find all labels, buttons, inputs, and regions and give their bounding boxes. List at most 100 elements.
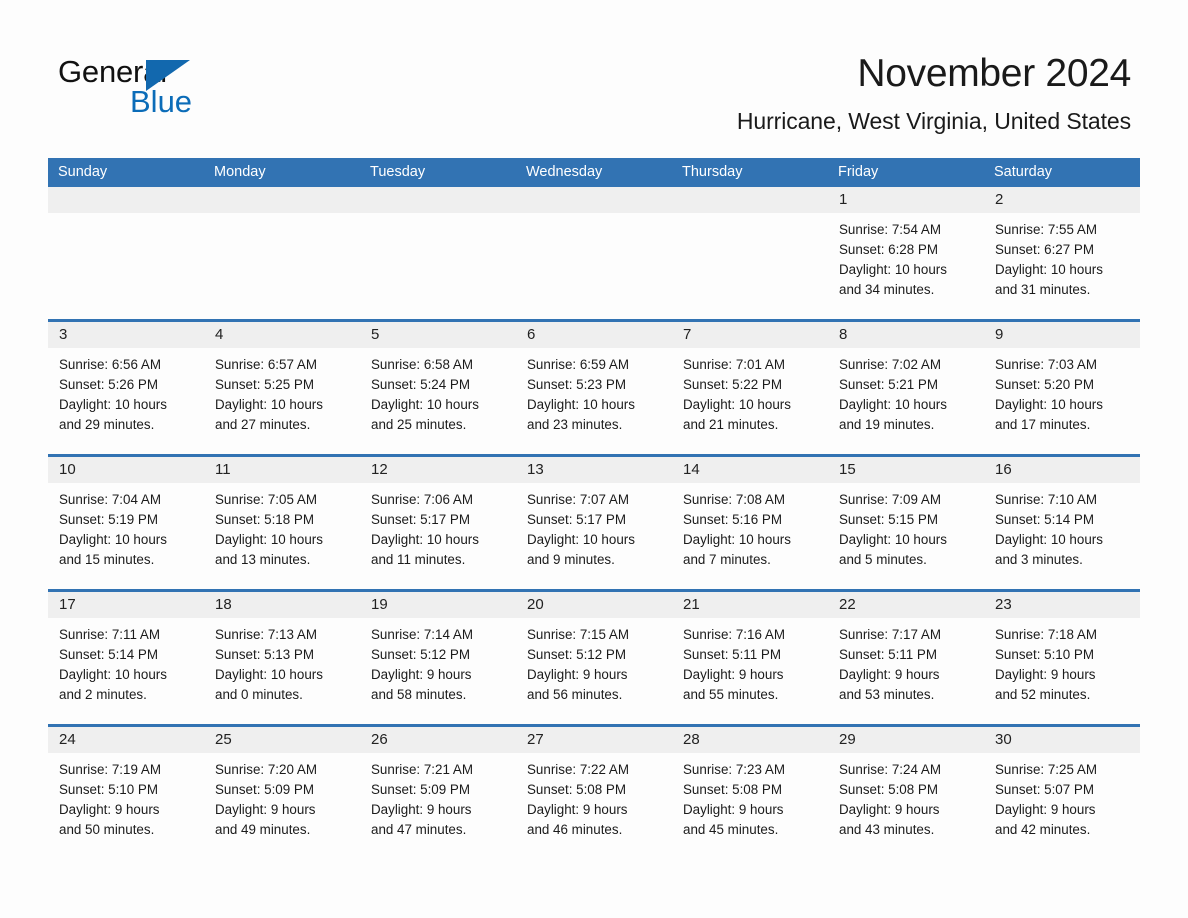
weekday-header-row: Sunday Monday Tuesday Wednesday Thursday… [48, 158, 1140, 187]
sunrise-text: Sunrise: 7:19 AM [59, 762, 161, 777]
day-cell[interactable]: 28 Sunrise: 7:23 AM Sunset: 5:08 PM Dayligh… [672, 727, 828, 859]
brand-logo[interactable]: General Blue [58, 55, 258, 125]
day-number-band: 11 [204, 457, 360, 483]
day-cell[interactable]: 27 Sunrise: 7:22 AM Sunset: 5:08 PM Dayligh… [516, 727, 672, 859]
daylight-text-line1: Daylight: 10 hours [215, 667, 323, 682]
day-number: 21 [683, 596, 700, 613]
day-number: 11 [215, 461, 231, 478]
week-row: 17 Sunrise: 7:11 AM Sunset: 5:14 PM Dayligh… [48, 589, 1140, 724]
day-cell[interactable]: 4 Sunrise: 6:57 AM Sunset: 5:25 PM Daylight… [204, 322, 360, 454]
sunrise-text: Sunrise: 7:16 AM [683, 627, 785, 642]
sunrise-text: Sunrise: 7:18 AM [995, 627, 1097, 642]
day-number: 13 [527, 461, 544, 478]
location-subtitle: Hurricane, West Virginia, United States [736, 108, 1131, 134]
page-header: General Blue November 2024 Hurricane, We… [0, 0, 1188, 134]
day-cell[interactable]: 26 Sunrise: 7:21 AM Sunset: 5:09 PM Dayligh… [360, 727, 516, 859]
day-cell[interactable]: 10 Sunrise: 7:04 AM Sunset: 5:19 PM Dayligh… [48, 457, 204, 589]
day-cell[interactable]: 5 Sunrise: 6:58 AM Sunset: 5:24 PM Daylight… [360, 322, 516, 454]
day-info: Sunrise: 7:54 AM Sunset: 6:28 PM Daylight:… [828, 213, 984, 300]
page-title: November 2024 [857, 52, 1131, 95]
daylight-text-line1: Daylight: 9 hours [371, 667, 472, 682]
day-number: 8 [839, 326, 848, 343]
day-cell[interactable]: 17 Sunrise: 7:11 AM Sunset: 5:14 PM Dayligh… [48, 592, 204, 724]
day-cell[interactable]: 16 Sunrise: 7:10 AM Sunset: 5:14 PM Dayligh… [984, 457, 1140, 589]
daylight-text-line1: Daylight: 10 hours [683, 397, 791, 412]
sunset-text: Sunset: 5:16 PM [683, 512, 782, 527]
day-number-band: 3 [48, 322, 204, 348]
day-cell[interactable]: 8 Sunrise: 7:02 AM Sunset: 5:21 PM Daylight… [828, 322, 984, 454]
daylight-text-line1: Daylight: 9 hours [839, 667, 940, 682]
day-info: Sunrise: 7:09 AM Sunset: 5:15 PM Daylight:… [828, 483, 984, 570]
day-cell[interactable]: 15 Sunrise: 7:09 AM Sunset: 5:15 PM Dayligh… [828, 457, 984, 589]
day-cell[interactable]: 6 Sunrise: 6:59 AM Sunset: 5:23 PM Daylight… [516, 322, 672, 454]
week-inner: 24 Sunrise: 7:19 AM Sunset: 5:10 PM Dayligh… [48, 727, 1140, 859]
day-number: 22 [839, 596, 856, 613]
daylight-text-line1: Daylight: 10 hours [371, 532, 479, 547]
daylight-text-line2: and 11 minutes. [371, 552, 466, 567]
day-cell[interactable]: 18 Sunrise: 7:13 AM Sunset: 5:13 PM Dayligh… [204, 592, 360, 724]
sunrise-text: Sunrise: 7:55 AM [995, 222, 1097, 237]
day-cell[interactable]: 22 Sunrise: 7:17 AM Sunset: 5:11 PM Dayligh… [828, 592, 984, 724]
week-row: 1 Sunrise: 7:54 AM Sunset: 6:28 PM Daylight… [48, 187, 1140, 319]
daylight-text-line2: and 17 minutes. [995, 417, 1091, 432]
day-cell[interactable]: 20 Sunrise: 7:15 AM Sunset: 5:12 PM Dayligh… [516, 592, 672, 724]
daylight-text-line2: and 15 minutes. [59, 552, 155, 567]
day-number: 7 [683, 326, 692, 343]
sunrise-text: Sunrise: 6:57 AM [215, 357, 317, 372]
daylight-text-line2: and 46 minutes. [527, 822, 623, 837]
sunrise-text: Sunrise: 7:23 AM [683, 762, 785, 777]
day-cell[interactable]: 7 Sunrise: 7:01 AM Sunset: 5:22 PM Daylight… [672, 322, 828, 454]
day-number-band: 14 [672, 457, 828, 483]
day-info: Sunrise: 7:10 AM Sunset: 5:14 PM Daylight:… [984, 483, 1140, 570]
day-number-band: 26 [360, 727, 516, 753]
day-cell[interactable]: 13 Sunrise: 7:07 AM Sunset: 5:17 PM Dayligh… [516, 457, 672, 589]
daylight-text-line1: Daylight: 9 hours [995, 802, 1096, 817]
day-cell[interactable]: 25 Sunrise: 7:20 AM Sunset: 5:09 PM Dayligh… [204, 727, 360, 859]
daylight-text-line2: and 42 minutes. [995, 822, 1091, 837]
day-cell[interactable]: 14 Sunrise: 7:08 AM Sunset: 5:16 PM Dayligh… [672, 457, 828, 589]
sunrise-text: Sunrise: 7:04 AM [59, 492, 161, 507]
sunrise-text: Sunrise: 7:21 AM [371, 762, 473, 777]
day-number-band: 20 [516, 592, 672, 618]
day-cell[interactable]: 30 Sunrise: 7:25 AM Sunset: 5:07 PM Dayligh… [984, 727, 1140, 859]
daylight-text-line2: and 0 minutes. [215, 687, 303, 702]
day-cell[interactable]: 9 Sunrise: 7:03 AM Sunset: 5:20 PM Daylight… [984, 322, 1140, 454]
day-cell[interactable]: 23 Sunrise: 7:18 AM Sunset: 5:10 PM Dayligh… [984, 592, 1140, 724]
daylight-text-line1: Daylight: 9 hours [995, 667, 1096, 682]
daylight-text-line2: and 45 minutes. [683, 822, 779, 837]
week-inner: 3 Sunrise: 6:56 AM Sunset: 5:26 PM Daylight… [48, 322, 1140, 454]
daylight-text-line2: and 55 minutes. [683, 687, 779, 702]
sunset-text: Sunset: 5:17 PM [371, 512, 470, 527]
day-cell[interactable]: 19 Sunrise: 7:14 AM Sunset: 5:12 PM Dayligh… [360, 592, 516, 724]
daylight-text-line1: Daylight: 10 hours [527, 397, 635, 412]
day-number-band [516, 187, 672, 213]
day-number: 27 [527, 731, 544, 748]
sunrise-text: Sunrise: 7:11 AM [59, 627, 160, 642]
daylight-text-line2: and 43 minutes. [839, 822, 935, 837]
daylight-text-line1: Daylight: 10 hours [995, 397, 1103, 412]
day-number: 4 [215, 326, 224, 343]
week-inner: 17 Sunrise: 7:11 AM Sunset: 5:14 PM Dayligh… [48, 592, 1140, 724]
day-cell[interactable]: 24 Sunrise: 7:19 AM Sunset: 5:10 PM Dayligh… [48, 727, 204, 859]
day-cell[interactable]: 1 Sunrise: 7:54 AM Sunset: 6:28 PM Daylight… [828, 187, 984, 319]
day-number-band: 27 [516, 727, 672, 753]
daylight-text-line1: Daylight: 10 hours [59, 532, 167, 547]
day-cell[interactable]: 11 Sunrise: 7:05 AM Sunset: 5:18 PM Dayligh… [204, 457, 360, 589]
weekday-header-monday: Monday [214, 164, 266, 180]
sunset-text: Sunset: 6:27 PM [995, 242, 1094, 257]
day-number-band: 15 [828, 457, 984, 483]
day-number-band: 5 [360, 322, 516, 348]
sunrise-text: Sunrise: 7:01 AM [683, 357, 785, 372]
day-number-band: 7 [672, 322, 828, 348]
daylight-text-line2: and 58 minutes. [371, 687, 467, 702]
day-cell[interactable]: 29 Sunrise: 7:24 AM Sunset: 5:08 PM Dayligh… [828, 727, 984, 859]
daylight-text-line1: Daylight: 10 hours [839, 532, 947, 547]
day-number-band: 1 [828, 187, 984, 213]
day-cell[interactable]: 12 Sunrise: 7:06 AM Sunset: 5:17 PM Dayligh… [360, 457, 516, 589]
day-cell[interactable]: 2 Sunrise: 7:55 AM Sunset: 6:27 PM Daylight… [984, 187, 1140, 319]
day-cell[interactable]: 21 Sunrise: 7:16 AM Sunset: 5:11 PM Dayligh… [672, 592, 828, 724]
daylight-text-line1: Daylight: 9 hours [215, 802, 316, 817]
sunset-text: Sunset: 5:10 PM [59, 782, 158, 797]
day-number: 23 [995, 596, 1012, 613]
day-cell[interactable]: 3 Sunrise: 6:56 AM Sunset: 5:26 PM Daylight… [48, 322, 204, 454]
